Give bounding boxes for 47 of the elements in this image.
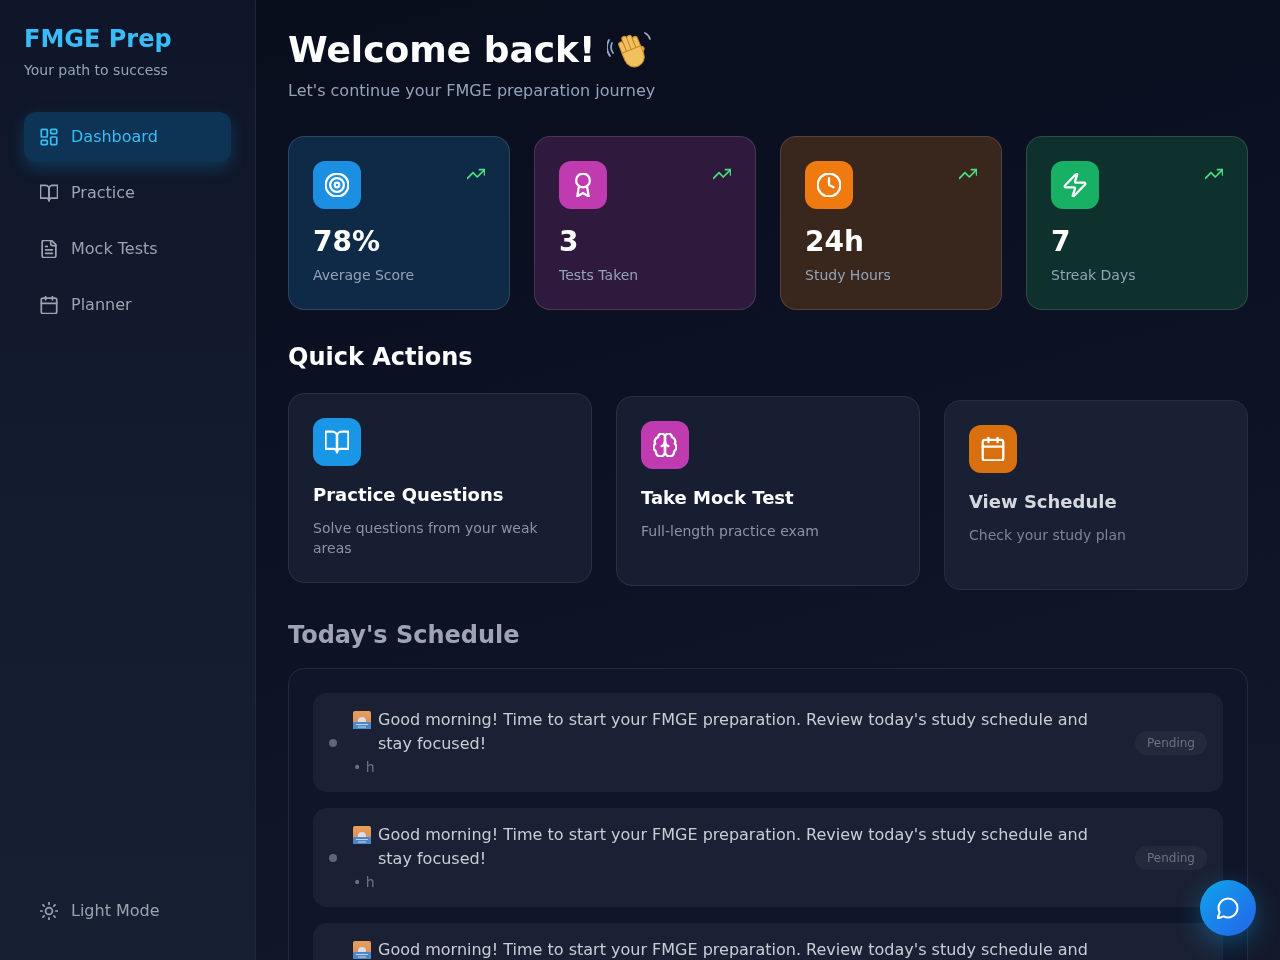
sidebar-item[interactable]: Planner xyxy=(24,280,231,330)
sidebar-item[interactable]: Mock Tests xyxy=(24,224,231,274)
calendar-icon xyxy=(40,296,58,314)
reminder-text: Good morning! Time to start your FMGE preparation. Review today's study schedule and stay focused! xyxy=(378,824,1089,870)
action-description: Full-length practice exam xyxy=(641,522,820,541)
status-dot-icon xyxy=(329,738,337,747)
action-description: Solve questions from your weak areas xyxy=(313,519,539,558)
dashboard-icon xyxy=(40,128,58,146)
chat-icon xyxy=(1217,897,1239,919)
theme-toggle-button[interactable]: Light Mode xyxy=(24,886,231,936)
page-subtitle: Let's continue your FMGE preparation journey xyxy=(288,80,657,102)
sunrise-icon xyxy=(353,826,371,844)
action-card[interactable]: View Schedule Check your study plan xyxy=(944,400,1248,590)
sidebar-item[interactable]: Practice xyxy=(24,168,231,218)
stat-value: 3 xyxy=(559,225,580,259)
section-heading: Quick Actions xyxy=(288,342,474,372)
status-badge: Pending xyxy=(1135,730,1207,755)
action-title: Take Mock Test xyxy=(641,486,795,510)
stat-label: Streak Days xyxy=(1051,266,1137,285)
document-icon xyxy=(40,240,58,258)
stat-label: Average Score xyxy=(313,266,416,285)
page-title: Welcome back! xyxy=(288,28,596,72)
app-tagline: Your path to success xyxy=(24,61,169,80)
reminder-time: • h xyxy=(353,873,376,892)
stat-value: 7 xyxy=(1051,225,1072,259)
section-heading: Today's Schedule xyxy=(288,620,521,650)
stat-label: Study Hours xyxy=(805,266,892,285)
app-title: FMGE Prep xyxy=(24,24,173,54)
waving-hand-icon xyxy=(607,29,654,71)
reminder-text: Good morning! Time to start your FMGE preparation. Review today's study schedule and xyxy=(378,939,1088,960)
reminder-time: • h xyxy=(353,758,376,777)
stat-value: 24h xyxy=(805,225,865,259)
reminder-text: Good morning! Time to start your FMGE preparation. Review today's study schedule and stay focused! xyxy=(378,709,1089,755)
stat-value: 78% xyxy=(313,225,382,259)
status-dot-icon xyxy=(329,853,337,862)
sunrise-icon xyxy=(353,711,371,729)
book-icon xyxy=(40,184,58,202)
action-title: View Schedule xyxy=(969,490,1118,514)
sun-icon xyxy=(40,902,58,920)
action-card[interactable]: Take Mock Test Full-length practice exam xyxy=(616,396,920,586)
action-card[interactable]: Practice Questions Solve questions from your weak areas xyxy=(288,393,592,583)
sidebar-item[interactable]: Dashboard xyxy=(24,112,231,162)
stat-label: Tests Taken xyxy=(559,266,640,285)
action-title: Practice Questions xyxy=(313,483,505,507)
status-badge: Pending xyxy=(1135,845,1207,870)
action-description: Check your study plan xyxy=(969,526,1127,545)
sunrise-icon xyxy=(353,941,371,959)
